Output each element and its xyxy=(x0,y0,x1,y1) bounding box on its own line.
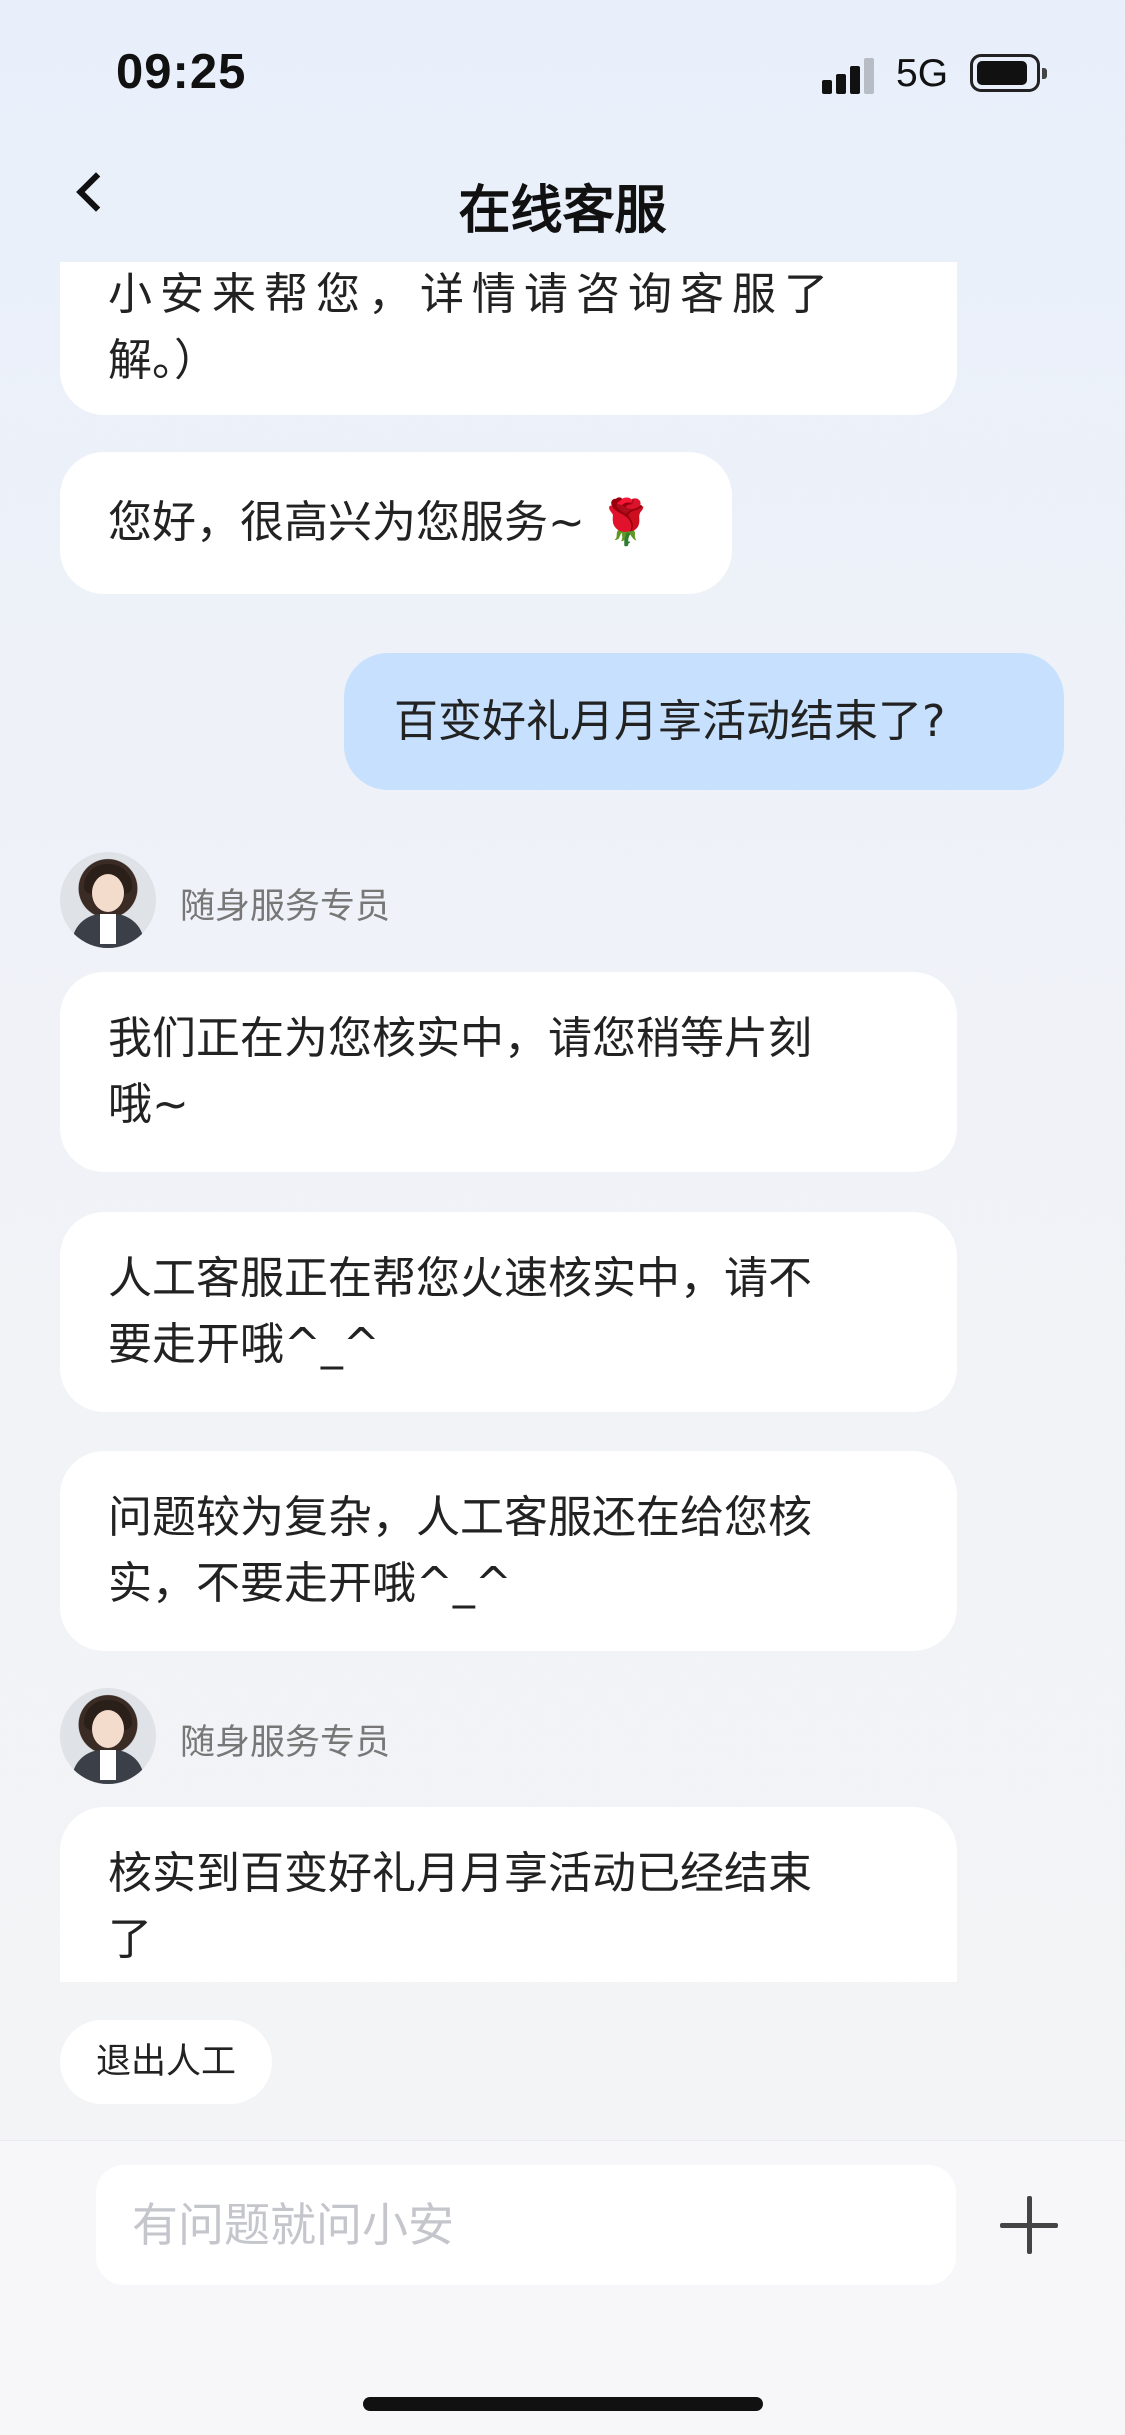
rose-emoji-icon: 🌹 xyxy=(598,497,654,548)
agent-avatar[interactable] xyxy=(60,852,156,948)
message-text: 百变好礼月月享活动结束了? xyxy=(394,696,946,747)
message-line: 核实到百变好礼月月享活动已经结束 xyxy=(108,1848,812,1899)
network-type: 5G xyxy=(896,52,949,95)
service-message-bubble: 问题较为复杂，人工客服还在给您核 实，不要走开哦^_^ xyxy=(60,1451,957,1651)
message-line: 实，不要走开哦^_^ xyxy=(108,1558,512,1609)
message-line: 了 xyxy=(108,1914,152,1965)
page-title: 在线客服 xyxy=(458,181,667,241)
message-line: 解。） xyxy=(108,335,218,386)
service-message-bubble: 我们正在为您核实中，请您稍等片刻 哦~ xyxy=(60,972,957,1172)
battery-icon xyxy=(970,54,1047,92)
message-line: 问题较为复杂，人工客服还在给您核 xyxy=(108,1492,812,1543)
signal-icon xyxy=(822,58,878,94)
plus-icon[interactable] xyxy=(1000,2196,1058,2254)
message-line: 小安来帮您，详情请咨询客服了 xyxy=(108,269,836,320)
message-line: 哦~ xyxy=(108,1079,189,1130)
message-input[interactable]: 有问题就问小安 xyxy=(96,2165,956,2285)
service-message-bubble: 核实到百变好礼月月享活动已经结束 了 xyxy=(60,1807,957,1982)
user-message-bubble: 百变好礼月月享活动结束了? xyxy=(344,653,1064,790)
agent-header: 随身服务专员 xyxy=(60,1688,560,1784)
message-line: 要走开哦^_^ xyxy=(108,1319,380,1370)
status-bar: 09:25 5G xyxy=(0,0,1125,140)
chat-message-list[interactable]: 小安来帮您，详情请咨询客服了 解。） 您好，很高兴为您服务~ 🌹 百变好礼月月享… xyxy=(0,262,1125,1982)
message-line: 我们正在为您核实中，请您稍等片刻 xyxy=(108,1013,812,1064)
status-time: 09:25 xyxy=(116,45,247,99)
agent-name: 随身服务专员 xyxy=(180,887,391,927)
message-text: 您好，很高兴为您服务~ xyxy=(108,497,585,548)
agent-header: 随身服务专员 xyxy=(60,852,560,948)
service-message-bubble: 小安来帮您，详情请咨询客服了 解。） xyxy=(60,262,957,415)
greeting-message-bubble: 您好，很高兴为您服务~ 🌹 xyxy=(60,452,732,594)
agent-avatar[interactable] xyxy=(60,1688,156,1784)
service-message-bubble: 人工客服正在帮您火速核实中，请不 要走开哦^_^ xyxy=(60,1212,957,1412)
exit-human-service-button[interactable]: 退出人工 xyxy=(60,2020,273,2104)
home-indicator[interactable] xyxy=(363,2397,763,2411)
agent-name: 随身服务专员 xyxy=(180,1723,391,1763)
message-line: 人工客服正在帮您火速核实中，请不 xyxy=(108,1253,812,1304)
